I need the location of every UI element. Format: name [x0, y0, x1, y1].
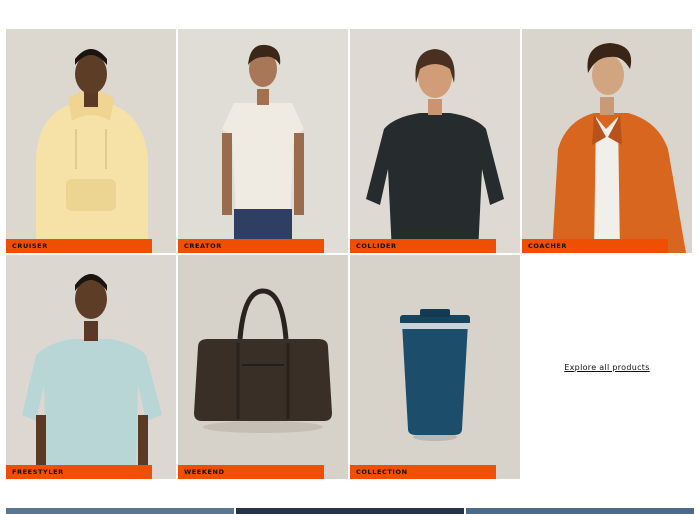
- collider-model-image: [350, 29, 520, 253]
- banner-segment: [236, 508, 464, 514]
- banner-segment: [6, 508, 234, 514]
- product-label: COLLIDER: [350, 239, 496, 253]
- product-tile-freestyler[interactable]: FREESTYLER: [6, 255, 176, 479]
- bottom-banner-strip: [6, 508, 694, 514]
- product-label: CREATOR: [178, 239, 324, 253]
- product-label: CRUISER: [6, 239, 152, 253]
- product-tile-coacher[interactable]: COACHER: [522, 29, 692, 253]
- freestyler-model-image: [6, 255, 176, 479]
- creator-model-image: [178, 29, 348, 253]
- product-tile-weekend[interactable]: WEEKEND: [178, 255, 348, 479]
- product-tile-collection[interactable]: COLLECTION: [350, 255, 520, 479]
- product-label: FREESTYLER: [6, 465, 152, 479]
- coacher-model-image: [522, 29, 692, 253]
- banner-segment: [466, 508, 694, 514]
- collection-cup-image: [350, 255, 520, 479]
- product-label: COACHER: [522, 239, 668, 253]
- product-tile-cruiser[interactable]: CRUISER: [6, 29, 176, 253]
- product-grid: CRUISER CREATOR COLLIDER COACHER FREESTY…: [6, 29, 694, 479]
- explore-all-products-link[interactable]: Explore all products: [564, 363, 649, 372]
- product-tile-collider[interactable]: COLLIDER: [350, 29, 520, 253]
- product-label: COLLECTION: [350, 465, 496, 479]
- weekend-bag-image: [178, 255, 348, 479]
- product-tile-creator[interactable]: CREATOR: [178, 29, 348, 253]
- explore-cell: Explore all products: [522, 255, 692, 479]
- cruiser-model-image: [6, 29, 176, 253]
- product-label: WEEKEND: [178, 465, 324, 479]
